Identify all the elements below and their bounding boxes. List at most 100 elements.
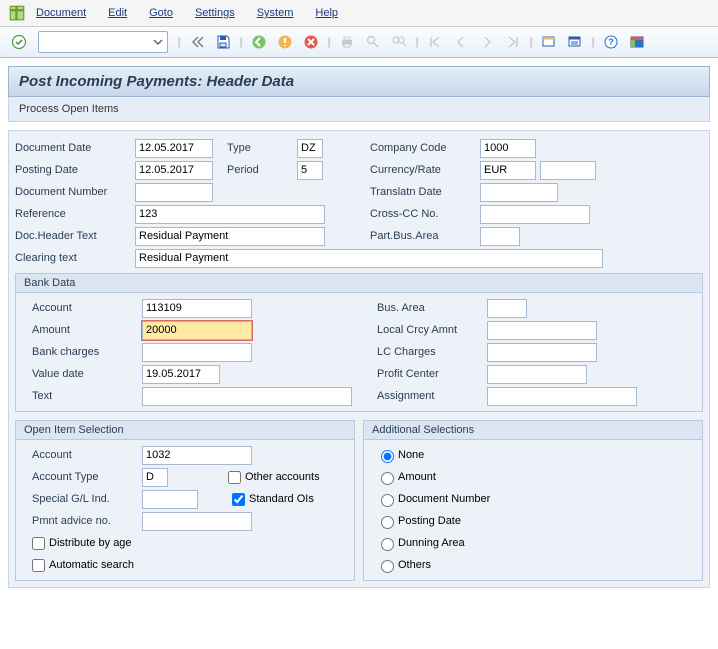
bank-text-label: Text [22, 390, 142, 402]
clearing-text-field[interactable] [135, 249, 603, 268]
toolbar-separator: | [326, 31, 332, 53]
assignment-field[interactable] [487, 387, 637, 406]
bank-charges-field[interactable] [142, 343, 252, 362]
prev-page-icon [450, 31, 472, 53]
toolbar-separator: | [238, 31, 244, 53]
menu-edit[interactable]: Edit [108, 7, 127, 19]
part-bus-area-label: Part.Bus.Area [370, 230, 480, 242]
open-item-selection-group: Open Item Selection Account Account Type… [15, 420, 355, 581]
bank-text-field[interactable] [142, 387, 352, 406]
bank-data-title: Bank Data [16, 274, 702, 293]
automatic-search-checkbox[interactable]: Automatic search [22, 554, 348, 576]
profit-center-label: Profit Center [377, 368, 487, 380]
form-area: Document Date Type Posting Date Period D… [8, 130, 710, 588]
last-page-icon [502, 31, 524, 53]
bank-account-field[interactable] [142, 299, 252, 318]
special-gl-label: Special G/L Ind. [22, 493, 142, 505]
posting-date-field[interactable] [135, 161, 213, 180]
radio-posting-date[interactable]: Posting Date [370, 510, 696, 532]
menu-system[interactable]: System [257, 7, 294, 19]
next-page-icon [476, 31, 498, 53]
document-number-label: Document Number [15, 186, 135, 198]
find-next-icon [388, 31, 410, 53]
menu-settings[interactable]: Settings [195, 7, 235, 19]
document-date-label: Document Date [15, 142, 135, 154]
bus-area-label: Bus. Area [377, 302, 487, 314]
pmnt-advice-label: Pmnt advice no. [22, 515, 142, 527]
lc-charges-label: LC Charges [377, 346, 487, 358]
company-code-label: Company Code [370, 142, 480, 154]
exit-icon[interactable] [274, 31, 296, 53]
profit-center-field[interactable] [487, 365, 587, 384]
currency-field[interactable] [480, 161, 536, 180]
menu-help[interactable]: Help [315, 7, 338, 19]
print-icon [336, 31, 358, 53]
part-bus-area-field[interactable] [480, 227, 520, 246]
oi-account-field[interactable] [142, 446, 252, 465]
oi-account-type-field[interactable] [142, 468, 168, 487]
radio-document-number[interactable]: Document Number [370, 488, 696, 510]
value-date-label: Value date [22, 368, 142, 380]
toolbar-separator: | [590, 31, 596, 53]
local-crcy-amnt-label: Local Crcy Amnt [377, 324, 487, 336]
toolbar-separator: | [414, 31, 420, 53]
standard-ois-checkbox[interactable]: Standard OIs [228, 490, 314, 509]
left-arrow-icon[interactable] [186, 31, 208, 53]
value-date-field[interactable] [142, 365, 220, 384]
period-label: Period [227, 164, 297, 176]
type-field[interactable] [297, 139, 323, 158]
clearing-text-label: Clearing text [15, 252, 135, 264]
radio-dunning-area[interactable]: Dunning Area [370, 532, 696, 554]
reference-label: Reference [15, 208, 135, 220]
save-icon[interactable] [212, 31, 234, 53]
radio-amount[interactable]: Amount [370, 466, 696, 488]
cancel-icon[interactable] [300, 31, 322, 53]
menu-bar: Document Edit Goto Settings System Help [0, 0, 718, 27]
additional-selections-title: Additional Selections [364, 421, 702, 440]
document-number-field[interactable] [135, 183, 213, 202]
other-accounts-checkbox[interactable]: Other accounts [224, 468, 320, 487]
menu-document[interactable]: Document [36, 7, 86, 19]
radio-none[interactable]: None [370, 444, 696, 466]
toolbar-separator: | [176, 31, 182, 53]
translatn-date-field[interactable] [480, 183, 558, 202]
reference-field[interactable] [135, 205, 325, 224]
menu-goto[interactable]: Goto [149, 7, 173, 19]
pmnt-advice-field[interactable] [142, 512, 252, 531]
oi-account-type-label: Account Type [22, 471, 142, 483]
help-icon[interactable]: ? [600, 31, 622, 53]
accept-icon[interactable] [8, 31, 30, 53]
find-icon [362, 31, 384, 53]
session-list-icon[interactable] [564, 31, 586, 53]
special-gl-field[interactable] [142, 490, 198, 509]
period-field[interactable] [297, 161, 323, 180]
doc-header-text-field[interactable] [135, 227, 325, 246]
bank-data-group: Bank Data Account Amount Bank charges [15, 273, 703, 412]
document-date-field[interactable] [135, 139, 213, 158]
cross-cc-no-field[interactable] [480, 205, 590, 224]
rate-field[interactable] [540, 161, 596, 180]
command-field[interactable] [38, 31, 168, 53]
lc-charges-field[interactable] [487, 343, 597, 362]
type-label: Type [227, 142, 297, 154]
distribute-by-age-checkbox[interactable]: Distribute by age [22, 532, 348, 554]
additional-selections-group: Additional Selections None Amount Docume… [363, 420, 703, 581]
bus-area-field[interactable] [487, 299, 527, 318]
layout-icon[interactable] [626, 31, 648, 53]
radio-others[interactable]: Others [370, 554, 696, 576]
toolbar-separator: | [528, 31, 534, 53]
back-icon[interactable] [248, 31, 270, 53]
amount-label: Amount [22, 324, 142, 336]
oi-account-label: Account [22, 449, 142, 461]
doc-header-text-label: Doc.Header Text [15, 230, 135, 242]
cross-cc-no-label: Cross-CC No. [370, 208, 480, 220]
bank-charges-label: Bank charges [22, 346, 142, 358]
amount-field[interactable] [142, 321, 252, 340]
posting-date-label: Posting Date [15, 164, 135, 176]
local-crcy-amnt-field[interactable] [487, 321, 597, 340]
company-code-field[interactable] [480, 139, 536, 158]
page-title: Post Incoming Payments: Header Data [8, 66, 710, 97]
new-session-icon[interactable] [538, 31, 560, 53]
bank-account-label: Account [22, 302, 142, 314]
sub-title[interactable]: Process Open Items [8, 97, 710, 122]
